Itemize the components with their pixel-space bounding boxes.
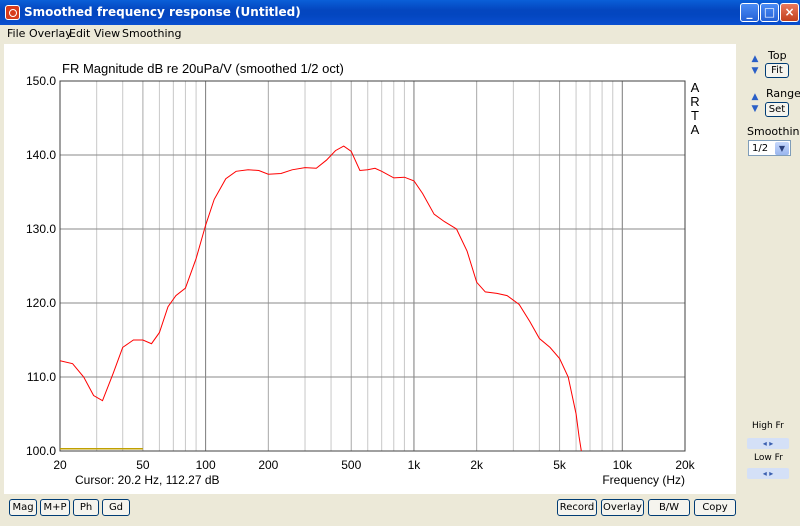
menu-file[interactable]: File [7,27,25,40]
x-tick-label: 20k [675,458,695,472]
menu-bar: File Overlay Edit View Smoothing [0,25,800,43]
y-tick-label: 120.0 [26,296,56,310]
smoothing-value: 1/2 [752,143,769,154]
y-tick-label: 140.0 [26,148,56,162]
smoothing-select[interactable]: 1/2 ▼ [748,140,791,156]
bottom-toolbar: Mag M+P Ph Gd Record Overlay B/W Copy [0,494,800,522]
chevron-down-icon[interactable]: ▼ [775,142,789,155]
menu-view[interactable]: View [94,27,120,40]
phase-button[interactable]: Ph [73,499,99,516]
record-button[interactable]: Record [557,499,597,516]
set-button[interactable]: Set [765,102,789,117]
x-tick-label: 200 [258,458,278,472]
low-fr-label: Low Fr [754,453,783,463]
title-bar: Smoothed frequency response (Untitled) _… [0,0,800,25]
arta-watermark-letter: T [691,108,699,123]
x-tick-label: 5k [553,458,567,472]
plot-frame-border [59,80,686,452]
group-delay-button[interactable]: Gd [102,499,130,516]
frequency-response-chart[interactable]: 100.0 110.0 120.0 130.0 140.0 150.0 20 50 100 200… [4,44,736,494]
menu-smoothing[interactable]: Smoothing [122,27,181,40]
high-fr-spinner[interactable]: ◂ ▸ [747,438,789,449]
top-down-icon[interactable]: ▼ [749,65,761,77]
top-spinner[interactable]: ▲ ▼ [749,53,761,77]
menu-edit[interactable]: Edit [69,27,90,40]
close-button[interactable]: × [780,3,799,22]
range-label: Range [766,87,800,100]
x-axis-label: Frequency (Hz) [602,473,685,487]
y-tick-label: 150.0 [26,74,56,88]
x-tick-label: 20 [53,458,67,472]
x-tick-label: 1k [408,458,422,472]
chart-title: FR Magnitude dB re 20uPa/V (smoothed 1/2… [62,61,344,76]
control-panel: ▲ ▼ Top Fit ▲ ▼ Range Set Smoothing 1/2 … [740,44,800,514]
top-label: Top [768,49,787,62]
x-tick-label: 2k [470,458,484,472]
menu-overlay[interactable]: Overlay [29,27,72,40]
mag-button[interactable]: Mag [9,499,37,516]
smoothing-label: Smoothing [747,125,800,138]
window-title: Smoothed frequency response (Untitled) [24,5,301,19]
x-tick-label: 10k [613,458,633,472]
y-tick-label: 130.0 [26,222,56,236]
y-tick-label: 110.0 [27,370,56,384]
y-tick-label: 100.0 [26,444,56,458]
range-down-icon[interactable]: ▼ [749,103,761,115]
copy-button[interactable]: Copy [694,499,736,516]
arta-watermark-letter: R [690,94,699,109]
x-tick-label: 100 [196,458,216,472]
arta-watermark-letter: A [691,80,700,95]
minimize-button[interactable]: _ [740,3,759,22]
cursor-readout: Cursor: 20.2 Hz, 112.27 dB [75,473,220,487]
arta-watermark-letter: A [691,122,700,137]
overlay-button[interactable]: Overlay [601,499,644,516]
app-icon[interactable] [5,5,20,20]
x-tick-label: 500 [341,458,361,472]
range-spinner[interactable]: ▲ ▼ [749,91,761,115]
top-up-icon[interactable]: ▲ [749,53,761,65]
maximize-button[interactable]: □ [760,3,779,22]
range-up-icon[interactable]: ▲ [749,91,761,103]
x-tick-label: 50 [136,458,150,472]
bw-button[interactable]: B/W [648,499,690,516]
response-curve [60,145,582,451]
low-fr-spinner[interactable]: ◂ ▸ [747,468,789,479]
mag-phase-button[interactable]: M+P [40,499,70,516]
fit-button[interactable]: Fit [765,63,789,78]
status-bar [0,522,800,526]
high-fr-label: High Fr [752,421,784,431]
plot-area[interactable]: 100.0 110.0 120.0 130.0 140.0 150.0 20 50 100 200… [4,44,736,494]
